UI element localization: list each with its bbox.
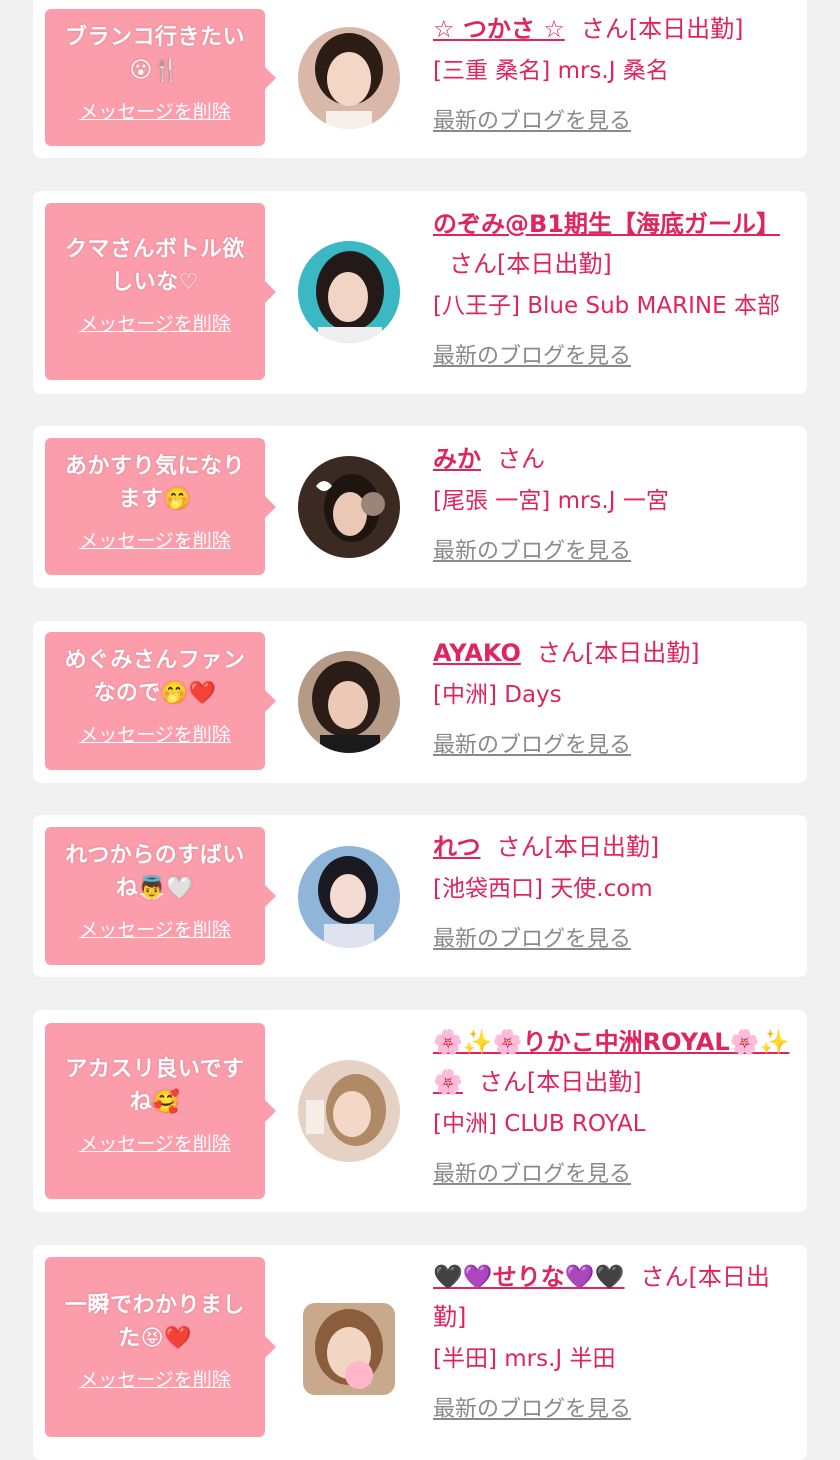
favorite-card: アカスリ良いですね🥰 メッセージを削除 🌸✨🌸りかこ中洲ROYAL🌸✨🌸 さん[本… bbox=[33, 1010, 807, 1212]
cast-info: のぞみ@B1期生【海底ガール】さん[本日出勤] [八王子] Blue Sub M… bbox=[433, 204, 801, 372]
cast-status: さん[本日出勤] bbox=[580, 15, 744, 43]
message-bubble: クマさんボトル欲しいな♡ メッセージを削除 bbox=[45, 203, 276, 380]
shop-name: [三重 桑名] mrs.J 桑名 bbox=[433, 58, 669, 84]
delete-message-link[interactable]: メッセージを削除 bbox=[45, 99, 265, 125]
name-line: 🌸✨🌸りかこ中洲ROYAL🌸✨🌸 さん[本日出勤] bbox=[433, 1022, 801, 1102]
delete-message-link[interactable]: メッセージを削除 bbox=[45, 311, 265, 337]
cast-info: みか さん [尾張 一宮] mrs.J 一宮 最新のブログを見る bbox=[433, 439, 801, 567]
latest-blog-link[interactable]: 最新のブログを見る bbox=[433, 1395, 631, 1425]
message-text: アカスリ良いですね🥰 bbox=[65, 1057, 245, 1115]
shop-name: [半田] mrs.J 半田 bbox=[433, 1346, 616, 1372]
message-text: 一瞬でわかりました😝❤️ bbox=[64, 1293, 245, 1351]
favorite-card: れつからのすばいね👼🤍 メッセージを削除 れつ さん[本日出勤] [池袋西口] 天… bbox=[33, 815, 807, 977]
favorite-card: あかすり気になります🤭 メッセージを削除 みか さん [尾張 一宮] mrs.J … bbox=[33, 426, 807, 588]
shop-name: [中洲] Days bbox=[433, 682, 562, 708]
cast-status: さん[本日出勤] bbox=[496, 833, 660, 861]
message-bubble: アカスリ良いですね🥰 メッセージを削除 bbox=[45, 1023, 276, 1199]
message-bubble: 一瞬でわかりました😝❤️ メッセージを削除 bbox=[45, 1257, 276, 1437]
cast-info: れつ さん[本日出勤] [池袋西口] 天使.com 最新のブログを見る bbox=[433, 827, 801, 955]
avatar[interactable] bbox=[298, 651, 400, 753]
cast-info: 🌸✨🌸りかこ中洲ROYAL🌸✨🌸 さん[本日出勤] [中洲] CLUB ROYAL… bbox=[433, 1022, 801, 1190]
cast-info: 🖤💜せりな💜🖤 さん[本日出勤] [半田] mrs.J 半田 最新のブログを見る bbox=[433, 1257, 801, 1425]
shop-name: [尾張 一宮] mrs.J 一宮 bbox=[433, 488, 669, 514]
message-bubble: ブランコ行きたい😮🍴 メッセージを削除 bbox=[45, 9, 276, 146]
cast-name-link[interactable]: のぞみ@B1期生【海底ガール】 bbox=[433, 210, 780, 238]
delete-message-link[interactable]: メッセージを削除 bbox=[45, 1131, 265, 1157]
cast-name-link[interactable]: ☆ つかさ ☆ bbox=[433, 15, 565, 43]
message-bubble: あかすり気になります🤭 メッセージを削除 bbox=[45, 438, 276, 575]
message-text: クマさんボトル欲しいな♡ bbox=[64, 237, 245, 295]
avatar[interactable] bbox=[298, 241, 400, 343]
avatar[interactable] bbox=[298, 456, 400, 558]
message-text: めぐみさんファンなので🤭❤️ bbox=[64, 648, 246, 706]
name-line: みか さん bbox=[433, 439, 801, 479]
latest-blog-link[interactable]: 最新のブログを見る bbox=[433, 731, 631, 761]
message-text: ブランコ行きたい😮🍴 bbox=[64, 25, 245, 83]
cast-status: さん[本日出勤] bbox=[478, 1068, 642, 1096]
favorite-card: ブランコ行きたい😮🍴 メッセージを削除 ☆ つかさ ☆ さん[本日出勤] [三重 … bbox=[33, 0, 807, 158]
delete-message-link[interactable]: メッセージを削除 bbox=[45, 917, 265, 943]
cast-status: さん[本日出勤] bbox=[536, 639, 700, 667]
latest-blog-link[interactable]: 最新のブログを見る bbox=[433, 1160, 631, 1190]
message-text: れつからのすばいね👼🤍 bbox=[65, 843, 245, 901]
avatar[interactable] bbox=[303, 1303, 395, 1395]
shop-name: [池袋西口] 天使.com bbox=[433, 876, 653, 902]
name-line: れつ さん[本日出勤] bbox=[433, 827, 801, 867]
cast-info: AYAKO さん[本日出勤] [中洲] Days 最新のブログを見る bbox=[433, 633, 801, 761]
message-bubble: めぐみさんファンなので🤭❤️ メッセージを削除 bbox=[45, 632, 276, 770]
latest-blog-link[interactable]: 最新のブログを見る bbox=[433, 925, 631, 955]
name-line: ☆ つかさ ☆ さん[本日出勤] bbox=[433, 9, 801, 49]
cast-info: ☆ つかさ ☆ さん[本日出勤] [三重 桑名] mrs.J 桑名 最新のブログを… bbox=[433, 9, 801, 137]
latest-blog-link[interactable]: 最新のブログを見る bbox=[433, 107, 631, 137]
latest-blog-link[interactable]: 最新のブログを見る bbox=[433, 537, 631, 567]
avatar[interactable] bbox=[298, 27, 400, 129]
cast-status: さん bbox=[497, 445, 545, 473]
cast-name-link[interactable]: みか bbox=[433, 445, 481, 473]
shop-name: [中洲] CLUB ROYAL bbox=[433, 1111, 646, 1137]
shop-name: [八王子] Blue Sub MARINE 本部 bbox=[433, 293, 780, 319]
favorite-card: 一瞬でわかりました😝❤️ メッセージを削除 🖤💜せりな💜🖤 さん[本日出勤] [半… bbox=[33, 1245, 807, 1460]
name-line: 🖤💜せりな💜🖤 さん[本日出勤] bbox=[433, 1257, 801, 1337]
cast-name-link[interactable]: AYAKO bbox=[433, 639, 521, 667]
favorite-card: めぐみさんファンなので🤭❤️ メッセージを削除 AYAKO さん[本日出勤] [中… bbox=[33, 621, 807, 783]
delete-message-link[interactable]: メッセージを削除 bbox=[45, 528, 265, 554]
delete-message-link[interactable]: メッセージを削除 bbox=[45, 722, 265, 748]
latest-blog-link[interactable]: 最新のブログを見る bbox=[433, 342, 631, 372]
name-line: のぞみ@B1期生【海底ガール】さん[本日出勤] bbox=[433, 204, 801, 284]
avatar[interactable] bbox=[298, 846, 400, 948]
cast-name-link[interactable]: れつ bbox=[433, 833, 481, 861]
favorite-card: クマさんボトル欲しいな♡ メッセージを削除 のぞみ@B1期生【海底ガール】さん[… bbox=[33, 191, 807, 394]
cast-name-link[interactable]: 🖤💜せりな💜🖤 bbox=[433, 1263, 625, 1291]
message-text: あかすり気になります🤭 bbox=[64, 454, 245, 512]
avatar[interactable] bbox=[298, 1060, 400, 1162]
message-bubble: れつからのすばいね👼🤍 メッセージを削除 bbox=[45, 827, 276, 965]
delete-message-link[interactable]: メッセージを削除 bbox=[45, 1367, 265, 1393]
name-line: AYAKO さん[本日出勤] bbox=[433, 633, 801, 673]
cast-status: さん[本日出勤] bbox=[449, 250, 612, 278]
